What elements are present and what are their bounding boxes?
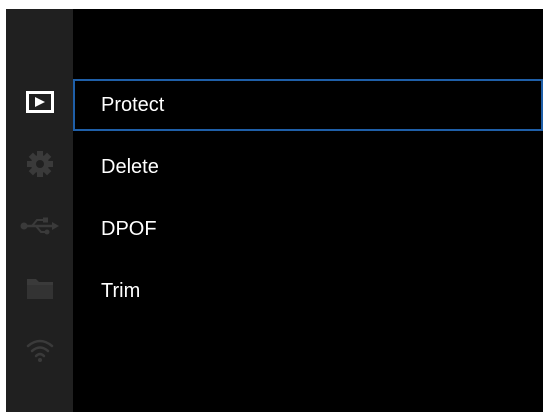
menu-item-trim[interactable]: Trim [73,265,543,317]
gear-icon [26,151,53,177]
menu-item-protect[interactable]: Protect [73,79,543,131]
usb-icon [20,217,59,235]
menu-item-label: Delete [101,155,159,178]
playback-icon [25,91,54,113]
playback-category-tab[interactable] [6,71,73,133]
camera-menu-screen: Protect Delete DPOF Trim [6,9,543,412]
usb-category-tab[interactable] [6,195,73,257]
menu-item-delete[interactable]: Delete [73,141,543,193]
menu-item-label: Trim [101,279,141,302]
menu-item-dpof[interactable]: DPOF [73,203,543,255]
menu-category-sidebar [6,9,73,412]
wifi-icon [26,339,53,362]
menu-item-label: Protect [101,93,165,116]
folder-icon [26,279,53,299]
menu-item-label: DPOF [101,217,157,240]
wifi-category-tab[interactable] [6,319,73,381]
file-category-tab[interactable] [6,257,73,319]
settings-category-tab[interactable] [6,133,73,195]
